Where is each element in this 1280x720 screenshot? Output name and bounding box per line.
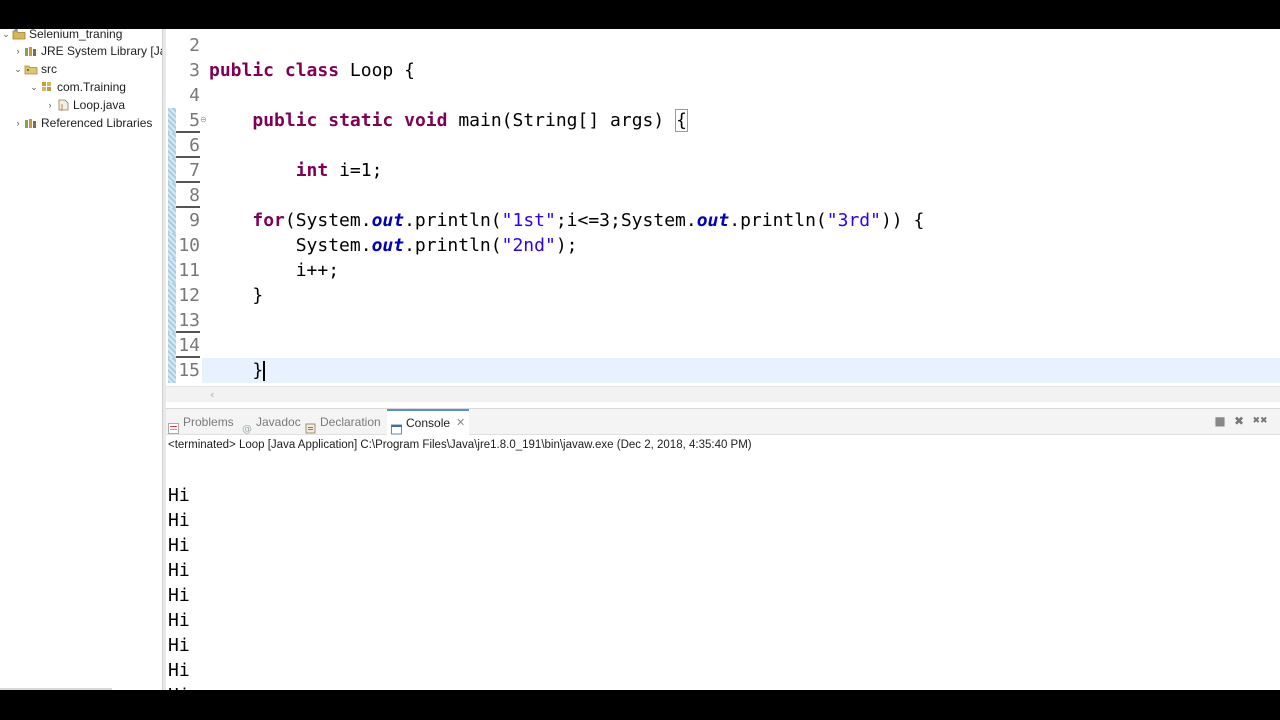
console-status: <terminated> Loop [Java Application] C:\…	[168, 439, 752, 451]
tree-item-label: src	[41, 62, 57, 76]
tree-item-label: Referenced Libraries	[41, 116, 153, 130]
line-number: 11	[178, 260, 200, 281]
editor-horizontal-scrollbar[interactable]: ‹	[166, 386, 1280, 402]
tab-declaration[interactable]: Declaration	[305, 409, 381, 435]
remove-launch-icon[interactable]: ✖	[1232, 414, 1246, 428]
change-bar	[168, 183, 176, 208]
console-output-line: Hi	[168, 610, 190, 631]
current-line-highlight	[202, 358, 1280, 383]
library-icon	[24, 117, 38, 129]
package-explorer: ⌄ Selenium_traning › JRE System Library …	[0, 29, 162, 690]
chevron-right-icon[interactable]: ›	[12, 118, 24, 128]
tree-item-project[interactable]: ⌄ Selenium_traning	[0, 29, 122, 43]
change-bar	[168, 158, 176, 183]
line-number: 5	[176, 108, 200, 133]
terminate-icon[interactable]: ■	[1213, 414, 1227, 428]
change-bar	[168, 308, 176, 333]
library-icon	[24, 45, 38, 57]
tree-item-loop-java[interactable]: › J Loop.java	[44, 96, 126, 114]
line-number: 9	[189, 210, 200, 231]
console-output-line: Hi	[168, 485, 190, 506]
code-line-11: i++;	[295, 260, 340, 281]
tab-console[interactable]: Console ✕	[387, 409, 470, 436]
line-number: 10	[178, 235, 200, 256]
tab-problems[interactable]: Problems	[168, 409, 234, 435]
letterbox-top	[0, 0, 1280, 29]
remove-all-launches-icon[interactable]: ✖✖	[1250, 414, 1270, 428]
code-line-7: int i=1;	[295, 160, 383, 181]
tree-item-jre[interactable]: › JRE System Library [Jav	[12, 42, 163, 60]
text-caret	[263, 361, 266, 381]
scroll-left-icon[interactable]: ‹	[210, 387, 214, 402]
console-output-line: Hi	[168, 535, 190, 556]
console-output-line: Hi	[168, 510, 190, 531]
source-folder-icon	[24, 63, 38, 75]
console-view: Problems @ Javadoc Declaration Console ✕	[166, 408, 1280, 690]
line-number: 2	[189, 35, 200, 56]
console-icon	[391, 418, 402, 434]
code-line-9: for(System.out.println("1st";i<=3;System…	[252, 210, 925, 231]
svg-text:J: J	[60, 103, 63, 111]
console-output-line: Hi	[168, 683, 190, 690]
close-icon[interactable]: ✕	[456, 410, 465, 436]
code-line-15: }	[252, 360, 266, 381]
java-file-icon: J	[56, 99, 70, 111]
line-number: 7	[176, 158, 200, 183]
change-bar	[168, 208, 176, 233]
line-number: 15	[178, 360, 200, 381]
declaration-icon	[305, 417, 316, 433]
tree-item-src[interactable]: ⌄ src	[12, 60, 57, 78]
view-tabbar: Problems @ Javadoc Declaration Console ✕	[166, 409, 1280, 435]
tree-item-referenced-libraries[interactable]: › Referenced Libraries	[12, 114, 153, 132]
tree-item-label: com.Training	[57, 80, 126, 94]
code-editor[interactable]: 2 3 4 5 6 7 8 9 10 11 12 13 14 15 ⊖ publ…	[166, 29, 1280, 401]
line-number: 13	[176, 308, 200, 333]
line-number: 4	[189, 85, 200, 106]
code-line-12: }	[252, 285, 264, 306]
package-icon	[40, 81, 54, 93]
console-output-line: Hi	[168, 560, 190, 581]
line-number: 14	[176, 333, 200, 358]
eclipse-window: ⌄ Selenium_traning › JRE System Library …	[0, 29, 1280, 690]
change-bar	[168, 283, 176, 308]
chevron-right-icon[interactable]: ›	[12, 46, 24, 56]
code-line-5: public static void main(String[] args) {	[252, 109, 688, 132]
line-number: 6	[176, 133, 200, 158]
tree-item-package[interactable]: ⌄ com.Training	[28, 78, 126, 96]
change-bar	[168, 108, 176, 133]
line-number: 3	[189, 60, 200, 81]
change-bar	[168, 133, 176, 158]
javadoc-icon: @	[241, 417, 252, 435]
tree-item-label: Selenium_traning	[29, 29, 123, 41]
code-line-10: System.out.println("2nd");	[295, 235, 578, 256]
chevron-down-icon[interactable]: ⌄	[12, 64, 24, 75]
chevron-down-icon[interactable]: ⌄	[28, 82, 40, 93]
tree-item-label: JRE System Library [Jav	[41, 44, 162, 58]
tab-javadoc[interactable]: @ Javadoc	[241, 409, 301, 435]
console-output-line: Hi	[168, 635, 190, 656]
change-bar	[168, 333, 176, 358]
console-output-line: Hi	[168, 585, 190, 606]
line-number: 12	[178, 285, 200, 306]
problems-icon	[168, 417, 179, 434]
chevron-down-icon[interactable]: ⌄	[0, 29, 12, 40]
tree-item-label: Loop.java	[73, 98, 126, 112]
console-output-line: Hi	[168, 660, 190, 681]
svg-text:@: @	[242, 424, 252, 434]
code-line-3: public class Loop {	[209, 60, 415, 81]
fold-collapse-icon[interactable]: ⊖	[200, 115, 207, 124]
change-bar	[168, 233, 176, 258]
change-bar	[168, 358, 176, 383]
letterbox-bottom	[0, 690, 1280, 720]
project-icon	[12, 29, 26, 40]
line-number: 8	[176, 183, 200, 208]
change-bar	[168, 258, 176, 283]
chevron-right-icon[interactable]: ›	[44, 100, 56, 110]
